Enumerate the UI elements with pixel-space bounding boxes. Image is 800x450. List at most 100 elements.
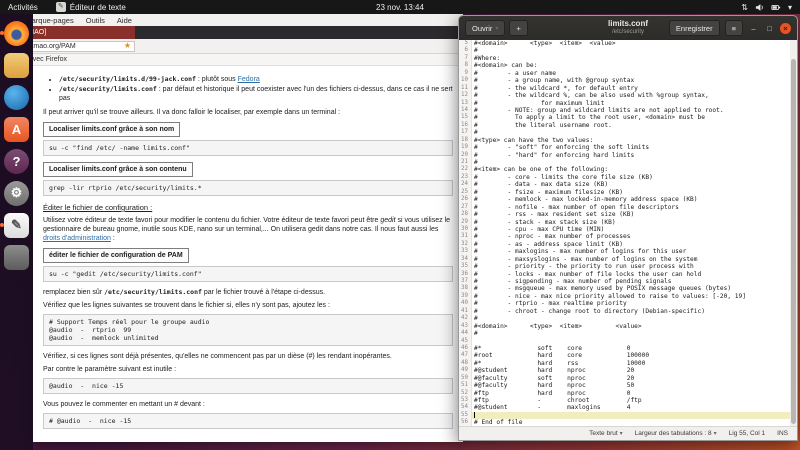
page-link[interactable]: Fedora bbox=[238, 76, 260, 83]
toggle-box-header[interactable]: Localiser limits.conf grâce à son nom bbox=[43, 122, 180, 137]
editor-line[interactable]: 19# - "soft" for enforcing the soft limi… bbox=[459, 144, 790, 151]
editor-line[interactable]: 24# - data - max data size (KB) bbox=[459, 181, 790, 188]
editor-line[interactable]: 35# - priority - the priority to run use… bbox=[459, 263, 790, 270]
editor-line[interactable]: 26# - memlock - max locked-in-memory add… bbox=[459, 196, 790, 203]
editor-line[interactable]: 53#ftp - chroot /ftp bbox=[459, 397, 790, 404]
dock-item-files[interactable] bbox=[4, 52, 30, 78]
line-text: # - data - max data size (KB) bbox=[472, 181, 790, 188]
editor-line[interactable]: 47#root hard core 100000 bbox=[459, 352, 790, 359]
editor-line[interactable]: 49#@student hard nproc 20 bbox=[459, 367, 790, 374]
filetype-dropdown[interactable]: Texte brut ▾ bbox=[589, 430, 623, 437]
line-text: # - locks - max number of file locks the… bbox=[472, 271, 790, 278]
cursor-position: Lig 55, Col 1 bbox=[729, 430, 766, 437]
editor-line[interactable]: 6# bbox=[459, 47, 790, 54]
line-text: #* hard rss 10000 bbox=[472, 360, 790, 367]
open-button[interactable]: Ouvrir ▾ bbox=[465, 20, 505, 36]
editor-line[interactable]: 15# To apply a limit to the root user, <… bbox=[459, 114, 790, 121]
maximize-button[interactable]: □ bbox=[764, 23, 775, 34]
editor-line[interactable]: 37# - sigpending - max number of pending… bbox=[459, 278, 790, 285]
app-menu[interactable]: ✎ Éditeur de texte bbox=[56, 2, 126, 12]
editor-line[interactable]: 27# - nofile - max number of open file d… bbox=[459, 204, 790, 211]
activities-button[interactable]: Activités bbox=[0, 3, 46, 12]
editor-line[interactable]: 36# - locks - max number of file locks t… bbox=[459, 271, 790, 278]
editor-line[interactable]: 50#@faculty soft nproc 20 bbox=[459, 375, 790, 382]
editor-line[interactable]: 34# - maxsyslogins - max number of login… bbox=[459, 256, 790, 263]
new-document-button[interactable]: + bbox=[509, 20, 527, 36]
code-block: # Support Temps réel pour le groupe audi… bbox=[43, 314, 453, 346]
editor-line[interactable]: 31# - nproc - max number of processes bbox=[459, 233, 790, 240]
editor-line[interactable]: 28# - rss - max resident set size (KB) bbox=[459, 211, 790, 218]
line-number: 55 bbox=[459, 412, 472, 419]
bookmark-item[interactable]: Débuter avec Firefox bbox=[33, 56, 67, 63]
headerbar-right: Enregistrer ≡ – □ × bbox=[669, 20, 791, 36]
dock-item-ubuntu-software[interactable]: A bbox=[4, 116, 30, 142]
page-content: /etc/security/limits.d/99-jack.conf : pl… bbox=[33, 68, 463, 442]
editor-line[interactable]: 5#<domain> <type> <item> <value> bbox=[459, 40, 790, 47]
close-button[interactable]: × bbox=[780, 23, 791, 34]
editor-line[interactable]: 21# bbox=[459, 159, 790, 166]
editor-line[interactable]: 54#@student - maxlogins 4 bbox=[459, 404, 790, 411]
editor-line[interactable]: 30# - cpu - max CPU time (MIN) bbox=[459, 226, 790, 233]
editor-line[interactable]: 55 bbox=[459, 412, 790, 419]
editor-line[interactable]: 42# bbox=[459, 315, 790, 322]
editor-line[interactable]: 45 bbox=[459, 338, 790, 345]
editor-area[interactable]: 5#<domain> <type> <item> <value>6#7#Wher… bbox=[459, 40, 797, 426]
dock-item-trash[interactable] bbox=[4, 244, 30, 270]
editor-line[interactable]: 13# for maximum limit bbox=[459, 100, 790, 107]
browser-tab[interactable]: PAM [LinuxMAO] bbox=[33, 26, 135, 39]
editor-line[interactable]: 48#* hard rss 10000 bbox=[459, 360, 790, 367]
editor-line[interactable]: 7#Where: bbox=[459, 55, 790, 62]
clock[interactable]: 23 nov. 13:44 bbox=[376, 3, 424, 12]
scrollbar-thumb[interactable] bbox=[791, 59, 796, 424]
system-tray[interactable]: ⇅ ▾ bbox=[741, 3, 800, 12]
editor-line[interactable]: 52#ftp hard nproc 0 bbox=[459, 390, 790, 397]
editor-line[interactable]: 11# - the wildcard *, for default entry bbox=[459, 85, 790, 92]
dock-item-text-editor[interactable]: ✎ bbox=[4, 212, 30, 238]
menu-marquepages[interactable]: Marque-pages bbox=[33, 16, 80, 25]
editor-line[interactable]: 39# - nice - max nice priority allowed t… bbox=[459, 293, 790, 300]
editor-line[interactable]: 12# - the wildcard %, can be also used w… bbox=[459, 92, 790, 99]
editor-line[interactable]: 43#<domain> <type> <item> <value> bbox=[459, 323, 790, 330]
menu-button[interactable]: ≡ bbox=[725, 20, 743, 36]
dock-item-settings[interactable]: ⚙ bbox=[4, 180, 30, 206]
editor-line[interactable]: 10# - a group name, with @group syntax bbox=[459, 77, 790, 84]
editor-line[interactable]: 20# - "hard" for enforcing hard limits bbox=[459, 152, 790, 159]
save-button[interactable]: Enregistrer bbox=[669, 20, 720, 36]
editor-line[interactable]: 40# - rtprio - max realtime priority bbox=[459, 300, 790, 307]
editor-line[interactable]: 29# - stack - max stack size (KB) bbox=[459, 219, 790, 226]
window-title: limits.conf /etc/security bbox=[608, 19, 648, 36]
url-bar[interactable]: linuxmao.org/PAM ★ bbox=[33, 41, 135, 52]
editor-line[interactable]: 14# - NOTE: group and wildcard limits ar… bbox=[459, 107, 790, 114]
menu-outils[interactable]: Outils bbox=[80, 16, 111, 25]
editor-line[interactable]: 22#<item> can be one of the following: bbox=[459, 166, 790, 173]
editor-line[interactable]: 46#* soft core 0 bbox=[459, 345, 790, 352]
editor-line[interactable]: 23# - core - limits the core file size (… bbox=[459, 174, 790, 181]
dock-item-thunderbird[interactable] bbox=[4, 84, 30, 110]
editor-line[interactable]: 38# - msgqueue - max memory used by POSI… bbox=[459, 285, 790, 292]
editor-line[interactable]: 18#<type> can have the two values: bbox=[459, 137, 790, 144]
line-text: # - chroot - change root to directory (D… bbox=[472, 308, 790, 315]
bookmarks-bar: Débuter avec Firefox bbox=[33, 54, 463, 66]
dock-item-firefox[interactable] bbox=[4, 20, 30, 46]
editor-line[interactable]: 32# - as - address space limit (KB) bbox=[459, 241, 790, 248]
editor-line[interactable]: 17# bbox=[459, 129, 790, 136]
toggle-box-header[interactable]: éditer le fichier de configuration de PA… bbox=[43, 248, 189, 263]
dock-item-help[interactable]: ? bbox=[4, 148, 30, 174]
editor-line[interactable]: 16# the literal username root. bbox=[459, 122, 790, 129]
editor-line[interactable]: 44# bbox=[459, 330, 790, 337]
editor-line[interactable]: 25# - fsize - maximum filesize (KB) bbox=[459, 189, 790, 196]
editor-line[interactable]: 41# - chroot - change root to directory … bbox=[459, 308, 790, 315]
scrollbar[interactable] bbox=[790, 40, 797, 426]
bookmark-star-icon[interactable]: ★ bbox=[124, 42, 131, 50]
menu-aide[interactable]: Aide bbox=[111, 16, 138, 25]
editor-line[interactable]: 51#@faculty hard nproc 50 bbox=[459, 382, 790, 389]
editor-lines[interactable]: 5#<domain> <type> <item> <value>6#7#Wher… bbox=[459, 40, 790, 426]
toggle-box-header[interactable]: Localiser limits.conf grâce à son conten… bbox=[43, 162, 193, 177]
page-link[interactable]: droits d'administration bbox=[43, 235, 111, 242]
editor-line[interactable]: 9# - a user name bbox=[459, 70, 790, 77]
editor-line[interactable]: 56# End of file bbox=[459, 419, 790, 426]
minimize-button[interactable]: – bbox=[748, 23, 759, 34]
editor-line[interactable]: 8#<domain> can be: bbox=[459, 62, 790, 69]
editor-line[interactable]: 33# - maxlogins - max number of logins f… bbox=[459, 248, 790, 255]
tab-width-dropdown[interactable]: Largeur des tabulations : 8 ▾ bbox=[635, 430, 717, 437]
